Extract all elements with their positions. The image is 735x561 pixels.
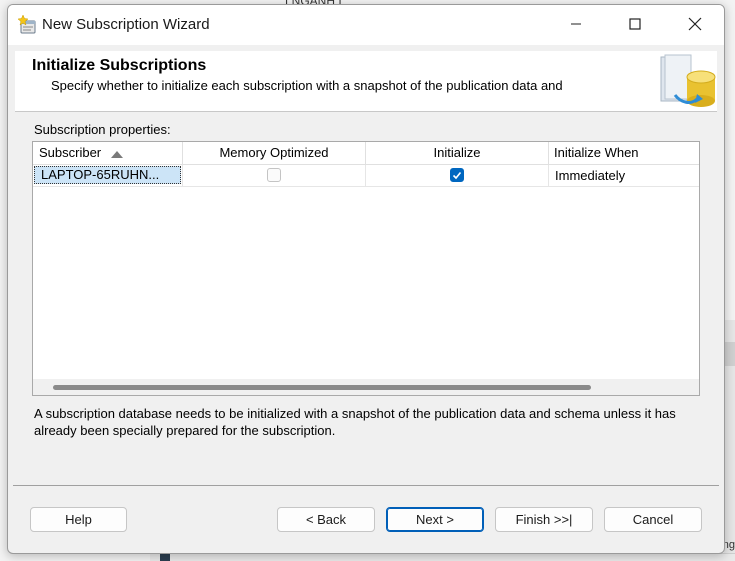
memory-optimized-checkbox[interactable] bbox=[267, 168, 281, 182]
background-panel-right bbox=[724, 320, 735, 561]
subscription-properties-grid[interactable]: Subscriber Memory Optimized Initialize I… bbox=[32, 141, 700, 396]
subscriber-cell[interactable]: LAPTOP-65RUHN... bbox=[33, 165, 183, 186]
back-button[interactable]: < Back bbox=[277, 507, 375, 532]
column-header-subscriber[interactable]: Subscriber bbox=[33, 142, 183, 164]
column-header-label: Subscriber bbox=[39, 145, 102, 160]
page-header-banner: Initialize Subscriptions Specify whether… bbox=[15, 51, 717, 112]
close-button[interactable] bbox=[672, 5, 718, 43]
footer-divider bbox=[13, 485, 719, 486]
column-header-initialize-when[interactable]: Initialize When bbox=[549, 142, 699, 164]
window-title: New Subscription Wizard bbox=[42, 16, 210, 33]
checkmark-icon bbox=[452, 171, 462, 180]
initialization-description: A subscription database needs to be init… bbox=[34, 406, 676, 438]
next-button[interactable]: Next > bbox=[386, 507, 484, 532]
minimize-icon bbox=[571, 23, 581, 25]
title-bar[interactable]: New Subscription Wizard bbox=[8, 5, 724, 45]
background-panel-header bbox=[724, 342, 735, 366]
horizontal-scrollbar[interactable] bbox=[33, 379, 699, 395]
page-title: Initialize Subscriptions bbox=[32, 57, 207, 74]
maximize-icon bbox=[629, 18, 641, 30]
wizard-app-icon bbox=[17, 14, 38, 35]
initialize-checkbox[interactable] bbox=[450, 168, 464, 182]
sort-ascending-icon bbox=[111, 143, 124, 164]
table-row[interactable]: LAPTOP-65RUHN... Immediately bbox=[33, 165, 699, 187]
subscriber-name: LAPTOP-65RUHN... bbox=[34, 166, 181, 184]
memory-optimized-cell bbox=[183, 165, 366, 186]
subscription-properties-label: Subscription properties: bbox=[34, 122, 171, 137]
database-subscription-icon bbox=[657, 51, 717, 111]
page-subtitle: Specify whether to initialize each subsc… bbox=[51, 78, 563, 93]
column-header-memory-optimized[interactable]: Memory Optimized bbox=[183, 142, 366, 164]
finish-button[interactable]: Finish >>| bbox=[495, 507, 593, 532]
help-button[interactable]: Help bbox=[30, 507, 127, 532]
maximize-button[interactable] bbox=[612, 5, 658, 43]
grid-header: Subscriber Memory Optimized Initialize I… bbox=[33, 142, 699, 165]
initialize-cell bbox=[366, 165, 549, 186]
cancel-button[interactable]: Cancel bbox=[604, 507, 702, 532]
background-dark-block bbox=[160, 554, 170, 561]
background-panel-bottom bbox=[150, 553, 735, 561]
subscription-wizard-dialog: New Subscription Wizard Initialize Subsc… bbox=[7, 4, 725, 554]
initialize-when-cell[interactable]: Immediately bbox=[549, 165, 699, 186]
column-header-initialize[interactable]: Initialize bbox=[366, 142, 549, 164]
scrollbar-thumb[interactable] bbox=[53, 385, 591, 390]
close-icon bbox=[688, 17, 702, 31]
minimize-button[interactable] bbox=[553, 5, 599, 43]
